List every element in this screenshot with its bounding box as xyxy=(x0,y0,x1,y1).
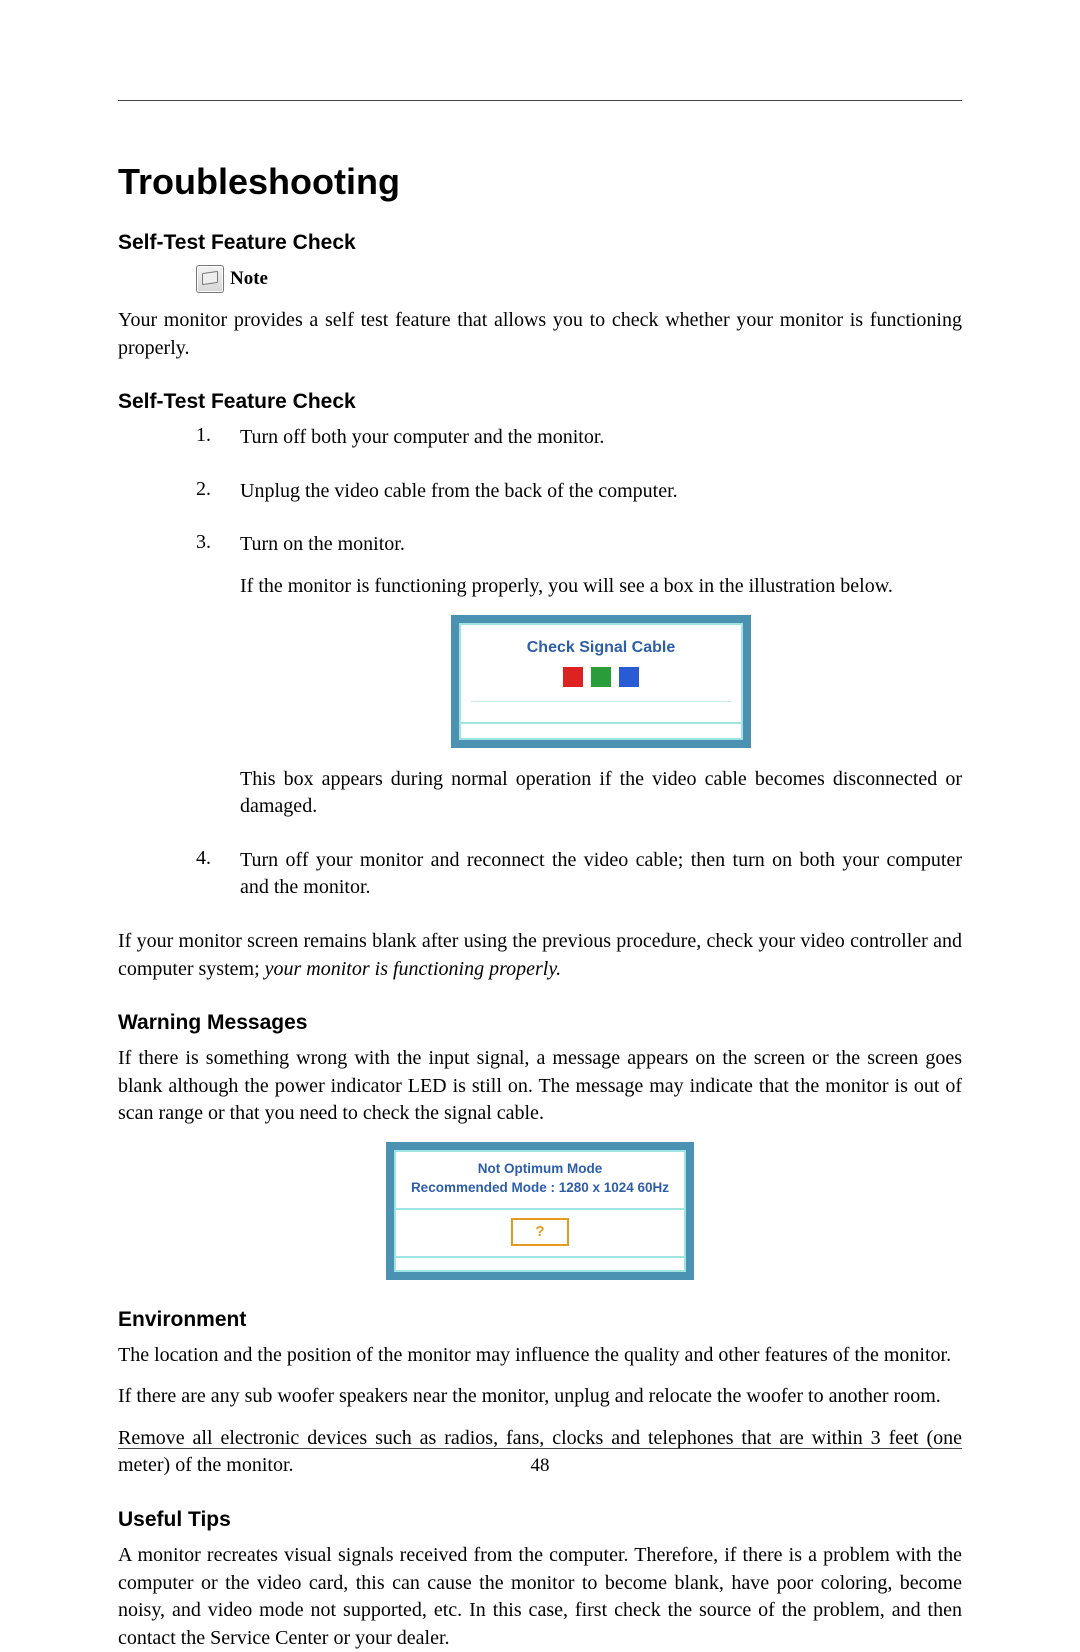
step-text: Turn off your monitor and reconnect the … xyxy=(240,847,962,902)
illustration-text: Check Signal Cable xyxy=(467,639,735,657)
heading-useful-tips: Useful Tips xyxy=(118,1508,962,1532)
ordered-steps: 1. Turn off both your computer and the m… xyxy=(196,424,962,916)
red-square-icon xyxy=(563,667,583,687)
heading-selftest-1: Self-Test Feature Check xyxy=(118,231,962,255)
top-rule xyxy=(118,100,962,101)
step-subtext: If the monitor is functioning properly, … xyxy=(240,573,962,601)
step-number: 2. xyxy=(196,478,218,520)
step-item: 4. Turn off your monitor and reconnect t… xyxy=(196,847,962,916)
step-text: Unplug the video cable from the back of … xyxy=(240,478,962,506)
blue-square-icon xyxy=(619,667,639,687)
step-subtext: This box appears during normal operation… xyxy=(240,766,962,821)
illustration-line1: Not Optimum Mode xyxy=(400,1160,680,1179)
step-number: 1. xyxy=(196,424,218,466)
green-square-icon xyxy=(591,667,611,687)
step-number: 4. xyxy=(196,847,218,916)
bottom-rule xyxy=(118,1448,962,1449)
paragraph: If there are any sub woofer speakers nea… xyxy=(118,1383,962,1411)
paragraph: If your monitor screen remains blank aft… xyxy=(118,928,962,983)
step-item: 2. Unplug the video cable from the back … xyxy=(196,478,962,520)
rgb-squares xyxy=(467,667,735,687)
step-text: Turn off both your computer and the moni… xyxy=(240,424,962,452)
note-icon xyxy=(196,265,224,293)
heading-environment: Environment xyxy=(118,1308,962,1332)
paragraph: If there is something wrong with the inp… xyxy=(118,1045,962,1128)
step-item: 3. Turn on the monitor. If the monitor i… xyxy=(196,531,962,834)
step-text: Turn on the monitor. xyxy=(240,531,962,559)
note-row: Note xyxy=(196,265,962,293)
paragraph: A monitor recreates visual signals recei… xyxy=(118,1542,962,1652)
heading-warning: Warning Messages xyxy=(118,1011,962,1035)
page-number: 48 xyxy=(0,1455,1080,1477)
closing-italic: your monitor is functioning properly. xyxy=(265,958,561,980)
page: Troubleshooting Self-Test Feature Check … xyxy=(0,0,1080,1527)
question-button-icon: ? xyxy=(511,1218,569,1246)
paragraph: The location and the position of the mon… xyxy=(118,1342,962,1370)
note-label: Note xyxy=(230,268,268,290)
illustration-line2: Recommended Mode : 1280 x 1024 60Hz xyxy=(400,1179,680,1198)
heading-selftest-2: Self-Test Feature Check xyxy=(118,390,962,414)
illustration-not-optimum: Not Optimum Mode Recommended Mode : 1280… xyxy=(118,1142,962,1280)
page-title: Troubleshooting xyxy=(118,161,962,203)
step-number: 3. xyxy=(196,531,218,834)
step-item: 1. Turn off both your computer and the m… xyxy=(196,424,962,466)
illustration-check-signal: Check Signal Cable xyxy=(240,615,962,748)
paragraph: Your monitor provides a self test featur… xyxy=(118,307,962,362)
